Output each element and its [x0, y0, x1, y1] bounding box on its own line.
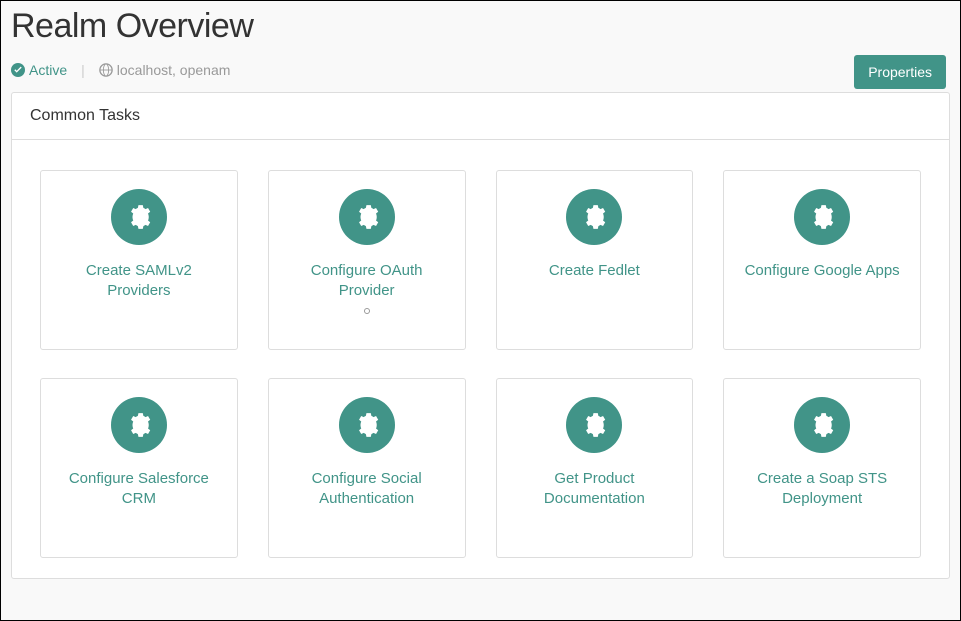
task-label: Create SAMLv2 Providers: [51, 261, 227, 302]
page-title: Realm Overview: [11, 7, 950, 46]
task-create-samlv2-providers[interactable]: Create SAMLv2 Providers: [40, 170, 238, 350]
task-label: Configure Google Apps: [739, 261, 906, 281]
ring-indicator-icon: [364, 308, 370, 314]
task-create-soap-sts-deployment[interactable]: Create a Soap STS Deployment: [723, 378, 921, 558]
task-get-product-documentation[interactable]: Get Product Documentation: [496, 378, 694, 558]
globe-icon: [99, 63, 113, 77]
common-tasks-panel: Common Tasks Create SAMLv2 Providers Con…: [11, 92, 950, 579]
gear-icon: [339, 397, 395, 453]
properties-button[interactable]: Properties: [854, 55, 946, 89]
task-create-fedlet[interactable]: Create Fedlet: [496, 170, 694, 350]
gear-icon: [566, 397, 622, 453]
check-circle-icon: [11, 63, 25, 77]
panel-title: Common Tasks: [30, 107, 931, 125]
status-active: Active: [11, 62, 67, 78]
gear-icon: [111, 397, 167, 453]
gear-icon: [111, 189, 167, 245]
gear-icon: [794, 189, 850, 245]
task-label: Configure Social Authentication: [279, 469, 455, 510]
status-row: Active | localhost, openam: [11, 62, 950, 78]
task-configure-oauth-provider[interactable]: Configure OAuth Provider: [268, 170, 466, 350]
task-configure-google-apps[interactable]: Configure Google Apps: [723, 170, 921, 350]
gear-icon: [794, 397, 850, 453]
status-label: Active: [29, 62, 67, 78]
task-configure-social-authentication[interactable]: Configure Social Authentication: [268, 378, 466, 558]
task-label: Configure OAuth Provider: [279, 261, 455, 302]
task-grid: Create SAMLv2 Providers Configure OAuth …: [12, 140, 949, 578]
task-configure-salesforce-crm[interactable]: Configure Salesforce CRM: [40, 378, 238, 558]
task-label: Get Product Documentation: [507, 469, 683, 510]
panel-header: Common Tasks: [12, 93, 949, 140]
realm-host: localhost, openam: [99, 62, 231, 78]
gear-icon: [339, 189, 395, 245]
task-label: Create Fedlet: [543, 261, 646, 281]
task-label: Create a Soap STS Deployment: [734, 469, 910, 510]
task-label: Configure Salesforce CRM: [51, 469, 227, 510]
status-divider: |: [81, 62, 85, 78]
realm-host-text: localhost, openam: [117, 62, 231, 78]
gear-icon: [566, 189, 622, 245]
